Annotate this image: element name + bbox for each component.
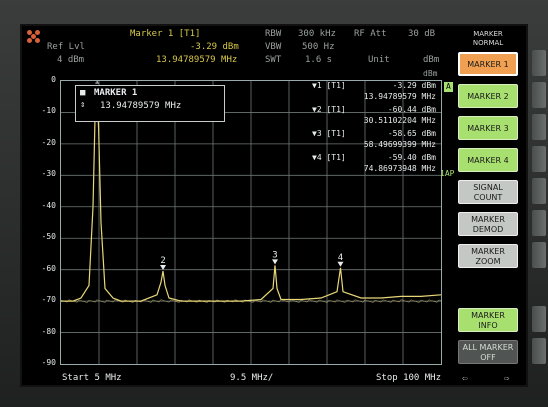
softkey-label: COUNT — [473, 192, 503, 202]
arrow-left-icon[interactable]: ⇦ — [462, 374, 467, 384]
marker-table-freq: 13.94789579 MHz — [363, 92, 436, 101]
y-tick-label: -70 — [41, 295, 56, 305]
y-tick-label: -60 — [41, 263, 56, 273]
rf-att-value: 30 dB — [408, 29, 436, 39]
softkey-label: MARKER 3 — [467, 123, 509, 133]
ref-level-value: 4 dBm — [57, 55, 85, 65]
softkey-label: MARKER — [471, 214, 505, 224]
marker-table-freq: 30.51102204 MHz — [363, 116, 436, 125]
hw-softkey-3[interactable] — [532, 114, 546, 140]
hw-softkey-1[interactable] — [532, 50, 546, 76]
ref-level-label: Ref Lvl — [47, 42, 85, 52]
marker-2-label: 2 — [160, 256, 165, 266]
analyzer-screen: Marker 1 [T1] Ref Lvl 4 dBm -3.29 dBm 13… — [20, 24, 528, 387]
softkey-all-marker-off[interactable]: ALL MARKER OFF — [458, 340, 518, 364]
softkey-label: OFF — [480, 352, 496, 362]
softkey-marker-1[interactable]: MARKER 1 — [458, 52, 518, 76]
y-tick-label: 0 — [51, 75, 56, 84]
start-frequency: Start 5 MHz — [62, 373, 122, 383]
marker-table-id: ▼4 [T1] — [312, 153, 346, 162]
swt-label: SWT — [265, 55, 282, 65]
softkey-marker-demod[interactable]: MARKER DEMOD — [458, 212, 518, 236]
marker-table-freq: 74.86973948 MHz — [363, 164, 436, 173]
unit-label: Unit — [368, 55, 390, 65]
axis-unit: dBm — [423, 69, 438, 78]
marker-frequency: 13.94789579 MHz — [156, 55, 238, 65]
softkey-marker-info[interactable]: MARKER INFO — [458, 308, 518, 332]
hw-softkey-9[interactable] — [532, 338, 546, 364]
scroll-arrows: ⇦ ⇨ — [460, 374, 518, 384]
softkey-label: SIGNAL — [473, 182, 503, 192]
softkey-signal-count[interactable]: SIGNAL COUNT — [458, 180, 518, 204]
softkey-label: MARKER — [471, 246, 505, 256]
marker-table-level: -3.29 dBm — [392, 81, 436, 90]
marker-info-box: ■ MARKER 1 ⇕ 13.94789579 MHz — [75, 85, 225, 122]
hw-softkey-6[interactable] — [532, 210, 546, 236]
softkey-label: ALL MARKER — [462, 342, 514, 352]
rf-att-label: RF Att — [354, 29, 387, 39]
marker-table-level: -59.40 dBm — [387, 153, 436, 162]
softkey-label: MARKER 4 — [467, 155, 509, 165]
hw-softkey-7[interactable] — [532, 242, 546, 268]
trace-mode-badge: 1AP — [440, 169, 455, 178]
rbw-value: 300 kHz — [298, 29, 336, 39]
marker-box-square-icon: ■ — [80, 88, 86, 98]
marker-table-level: -60.44 dBm — [387, 105, 436, 114]
y-tick-label: -10 — [41, 106, 56, 116]
softkey-label: MARKER 2 — [467, 91, 509, 101]
unit-value: dBm — [423, 55, 440, 65]
span-per-div: 9.5 MHz/ — [230, 373, 274, 383]
marker-box-title: MARKER 1 — [94, 88, 138, 98]
marker-table-id: ▼2 [T1] — [312, 105, 346, 114]
y-tick-label: -40 — [41, 200, 56, 210]
y-tick-label: -50 — [41, 232, 56, 242]
softkey-label: INFO — [478, 320, 498, 330]
swt-value: 1.6 s — [305, 55, 333, 65]
rohde-schwarz-logo-icon — [27, 30, 41, 44]
vbw-label: VBW — [265, 42, 282, 52]
stop-frequency: Stop 100 MHz — [376, 373, 442, 383]
softkey-marker-zoom[interactable]: MARKER ZOOM — [458, 244, 518, 268]
marker-title: Marker 1 [T1] — [130, 29, 201, 39]
softkey-label: MARKER — [471, 310, 505, 320]
vbw-value: 500 Hz — [302, 42, 335, 52]
softkey-marker-2[interactable]: MARKER 2 — [458, 84, 518, 108]
rbw-label: RBW — [265, 29, 282, 39]
marker-3-label: 3 — [272, 250, 277, 260]
hw-softkey-5[interactable] — [532, 178, 546, 204]
marker-4-label: 4 — [338, 253, 343, 263]
y-tick-label: -80 — [41, 326, 56, 336]
marker-level: -3.29 dBm — [190, 42, 239, 52]
marker-box-updown-icon: ⇕ — [80, 100, 86, 110]
trace-a-badge: A — [444, 82, 453, 92]
hw-softkey-4[interactable] — [532, 146, 546, 172]
arrow-right-icon[interactable]: ⇨ — [504, 374, 509, 384]
softkey-label: MARKER 1 — [467, 59, 509, 69]
softkey-label: DEMOD — [472, 224, 504, 234]
softkey-menu-title-line2: NORMAL — [472, 39, 504, 47]
marker-table-freq: 58.49699399 MHz — [363, 140, 436, 149]
y-tick-label: -30 — [41, 169, 56, 179]
marker-table-id: ▼3 [T1] — [312, 129, 346, 138]
softkey-marker-3[interactable]: MARKER 3 — [458, 116, 518, 140]
softkey-marker-4[interactable]: MARKER 4 — [458, 148, 518, 172]
y-tick-label: -90 — [41, 358, 56, 367]
softkey-menu-title: MARKER NORMAL — [458, 30, 518, 48]
y-tick-label: -20 — [41, 137, 56, 147]
marker-box-freq: 13.94789579 MHz — [100, 101, 182, 111]
hw-softkey-2[interactable] — [532, 82, 546, 108]
hw-softkey-8[interactable] — [532, 306, 546, 332]
softkey-label: ZOOM — [475, 256, 501, 266]
marker-table-id: ▼1 [T1] — [312, 81, 346, 90]
marker-table-level: -58.65 dBm — [387, 129, 436, 138]
softkey-menu-title-line1: MARKER — [473, 30, 503, 38]
